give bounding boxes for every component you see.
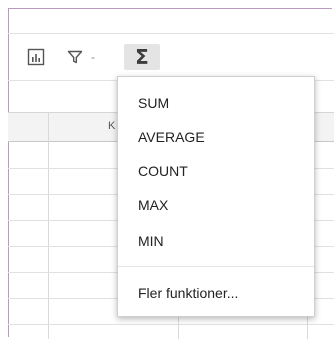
filter-button[interactable]: - (61, 44, 101, 70)
chart-icon (27, 48, 45, 66)
toolbar: - Σ (8, 33, 334, 81)
filter-dropdown-arrow[interactable]: - (91, 50, 95, 64)
menu-item-count[interactable]: COUNT (138, 162, 188, 180)
functions-menu: SUM AVERAGE COUNT MAX MIN Fler funktione… (117, 76, 315, 317)
menu-item-max[interactable]: MAX (138, 196, 168, 214)
row-divider (8, 324, 334, 325)
functions-button[interactable]: Σ (124, 44, 160, 70)
filter-icon (67, 50, 83, 64)
menu-separator (118, 266, 314, 267)
column-divider (48, 112, 49, 339)
menu-item-sum[interactable]: SUM (138, 94, 169, 112)
menu-item-more-functions[interactable]: Fler funktioner... (138, 284, 238, 302)
sigma-icon: Σ (135, 45, 149, 69)
insert-chart-button[interactable] (24, 44, 48, 70)
menu-item-min[interactable]: MIN (138, 232, 164, 250)
menu-item-average[interactable]: AVERAGE (138, 128, 205, 146)
column-header-label[interactable]: K (108, 120, 115, 132)
